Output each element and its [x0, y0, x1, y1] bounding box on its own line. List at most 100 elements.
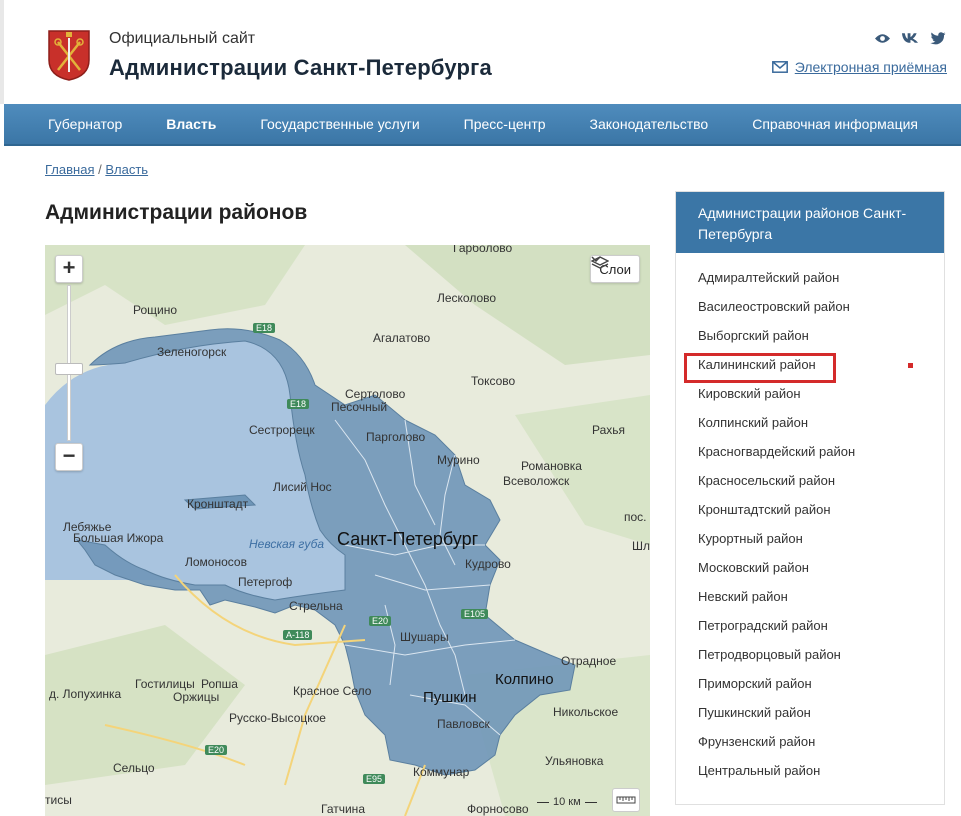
map-label: Рощино — [133, 303, 178, 317]
district-link[interactable]: Василеостровский район — [698, 292, 944, 321]
map-label: Гарболово — [453, 245, 513, 255]
map-label: Кронштадт — [187, 497, 249, 511]
map-label: Оржицы — [173, 690, 220, 704]
district-link[interactable]: Красногвардейский район — [698, 437, 944, 466]
map-label: Лесколово — [437, 291, 497, 305]
nav-item-governor[interactable]: Губернатор — [4, 116, 144, 132]
map-label: Отрадное — [561, 654, 617, 668]
map-label: д. Лопухинка — [49, 687, 122, 701]
road-label: A-118 — [283, 630, 313, 640]
site-title[interactable]: Администрации Санкт-Петербурга — [109, 55, 492, 81]
district-link[interactable]: Пушкинский район — [698, 698, 944, 727]
city-label: Санкт-Петербург — [337, 529, 479, 549]
e-reception-label: Электронная приёмная — [794, 59, 947, 75]
map-label: Мурино — [437, 453, 480, 467]
breadcrumb-home[interactable]: Главная — [45, 162, 94, 177]
map-label: Коммунар — [413, 765, 470, 779]
main-nav: Губернатор Власть Государственные услуги… — [4, 104, 961, 146]
zoom-control: + − — [55, 255, 83, 471]
chevron-down-icon — [591, 256, 601, 262]
map-label: Зеленогорск — [157, 345, 227, 359]
ruler-button[interactable] — [612, 788, 640, 812]
map-label: Ульяновка — [545, 754, 604, 768]
district-link[interactable]: Красносельский район — [698, 466, 944, 495]
nav-item-reference[interactable]: Справочная информация — [730, 116, 940, 132]
mail-icon — [771, 61, 788, 73]
breadcrumb: Главная / Власть — [45, 162, 148, 177]
map-label: Кудрово — [465, 557, 511, 571]
ruler-icon — [616, 796, 636, 804]
map-label: Рахья — [592, 423, 626, 437]
district-link[interactable]: Приморский район — [698, 669, 944, 698]
map-label: Ломоносов — [185, 555, 247, 569]
map-label: Ропша — [201, 677, 238, 691]
map-label: Лисий Нос — [273, 480, 332, 494]
map-label: Русско-Высоцкое — [229, 711, 326, 725]
e-reception-link[interactable]: Электронная приёмная — [771, 59, 947, 75]
nav-item-power[interactable]: Власть — [144, 116, 238, 132]
district-link[interactable]: Адмиралтейский район — [698, 263, 944, 292]
district-link[interactable]: Кронштадтский район — [698, 495, 944, 524]
map-scale-label: 10 км — [553, 796, 581, 808]
kolpino-label: Колпино — [495, 671, 554, 688]
map-label: Форносово — [467, 802, 529, 816]
district-link[interactable]: Курортный район — [698, 524, 944, 553]
eye-icon[interactable] — [873, 30, 891, 46]
map-label: Токсово — [471, 374, 516, 388]
map-label: Сертолово — [345, 387, 406, 401]
map-label: Гостилицы — [135, 677, 195, 691]
map-label: Большая Ижора — [73, 531, 164, 545]
district-link[interactable]: Выборгский район — [698, 321, 944, 350]
map-label: Гатчина — [321, 802, 365, 816]
nav-item-press[interactable]: Пресс-центр — [442, 116, 568, 132]
district-link[interactable]: Московский район — [698, 553, 944, 582]
road-label: E18 — [253, 323, 276, 333]
zoom-out-button[interactable]: − — [55, 443, 83, 471]
district-list: Адмиралтейский район Василеостровский ра… — [676, 253, 944, 785]
map-label: Романовка — [521, 459, 582, 473]
zoom-slider-handle[interactable] — [55, 363, 83, 375]
map-label: Всеволожск — [503, 474, 570, 488]
vk-icon[interactable] — [901, 30, 919, 46]
nav-item-legislation[interactable]: Законодательство — [568, 116, 731, 132]
map-label: Павловск — [437, 717, 490, 731]
road-label: E105 — [461, 609, 489, 619]
district-link[interactable]: Колпинский район — [698, 408, 944, 437]
map-label: Шл — [632, 539, 650, 553]
district-link[interactable]: Центральный район — [698, 756, 944, 785]
district-link[interactable]: Кировский район — [698, 379, 944, 408]
road-label: E95 — [363, 774, 386, 784]
breadcrumb-separator: / — [98, 162, 102, 177]
page-title: Администрации районов — [45, 201, 308, 224]
map-label: пос. — [624, 510, 647, 524]
district-link[interactable]: Фрунзенский район — [698, 727, 944, 756]
district-map[interactable]: + − Слои Гарболово Лесколово Рощино Агал… — [45, 245, 650, 816]
highlight-box — [684, 353, 836, 383]
map-label: Петергоф — [238, 575, 293, 589]
coat-of-arms-icon[interactable] — [46, 28, 92, 82]
breadcrumb-current[interactable]: Власть — [105, 162, 148, 177]
zoom-in-button[interactable]: + — [55, 255, 83, 283]
map-label: Агалатово — [373, 331, 431, 345]
road-label: E20 — [369, 616, 392, 626]
pushkin-label: Пушкин — [423, 689, 477, 706]
sidebar-heading: Администрации районов Санкт-Петербурга — [676, 192, 944, 253]
district-link[interactable]: Невский район — [698, 582, 944, 611]
map-label: Сестрорецк — [249, 423, 315, 437]
twitter-icon[interactable] — [929, 30, 947, 46]
district-link[interactable]: Петроградский район — [698, 611, 944, 640]
district-link[interactable]: Петродворцовый район — [698, 640, 944, 669]
bay-label: Невская губа — [249, 537, 325, 551]
site-header: Официальный сайт Администрации Санкт-Пет… — [0, 0, 961, 104]
map-label: Красное Село — [293, 684, 372, 698]
road-label: E20 — [205, 745, 228, 755]
map-label: Песочный — [331, 400, 388, 414]
site-subtitle: Официальный сайт — [109, 30, 256, 47]
map-label: Парголово — [366, 430, 426, 444]
map-label: Никольское — [553, 705, 619, 719]
road-label: E18 — [287, 399, 310, 409]
page: Официальный сайт Администрации Санкт-Пет… — [0, 0, 961, 816]
layers-button[interactable]: Слои — [590, 255, 640, 283]
district-sidebar: Администрации районов Санкт-Петербурга А… — [675, 191, 945, 805]
nav-item-services[interactable]: Государственные услуги — [238, 116, 441, 132]
